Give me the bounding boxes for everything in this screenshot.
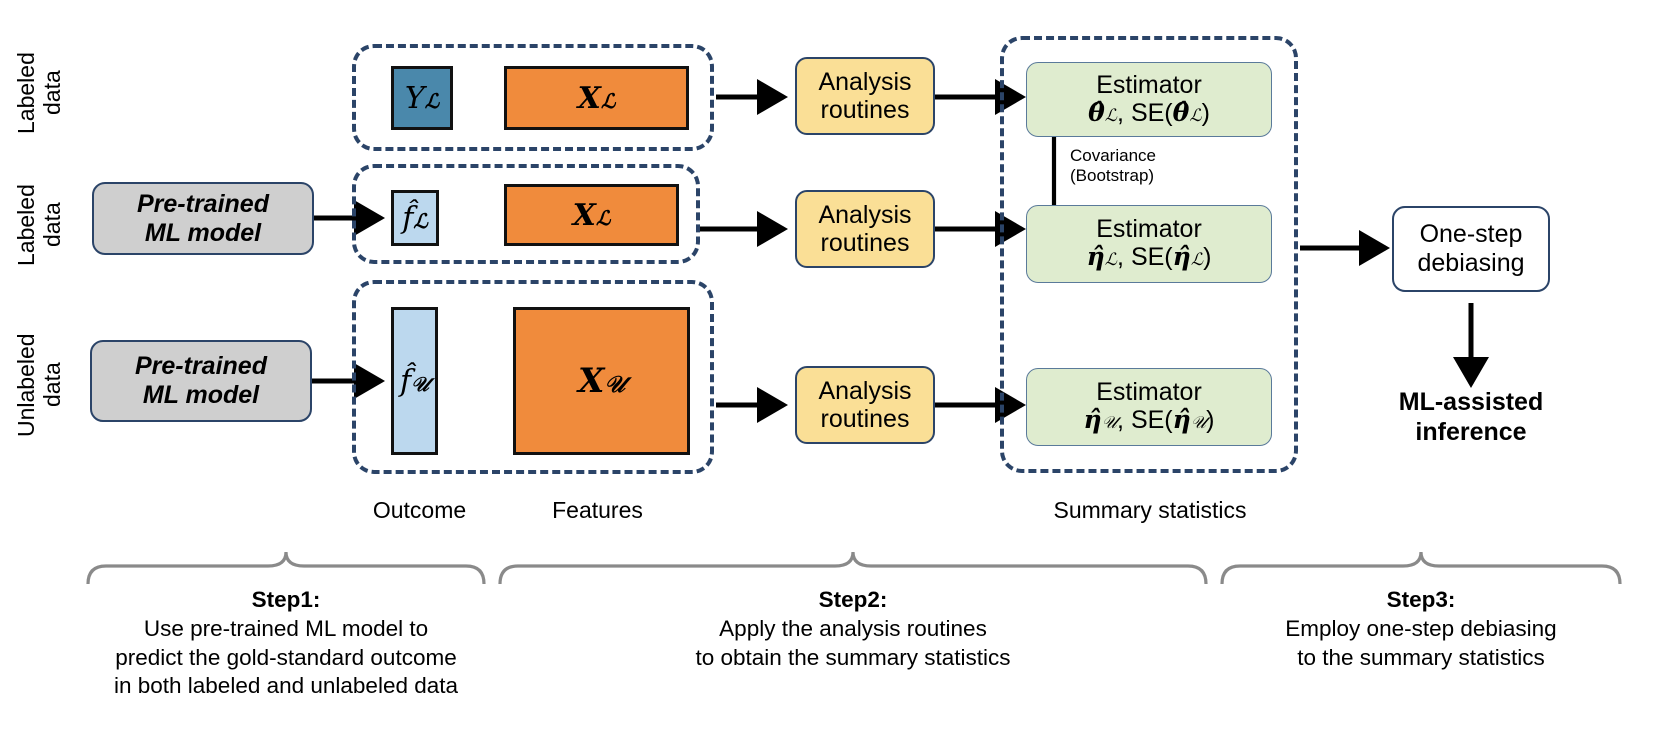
matrix-x-labeled-row1: Xℒ: [504, 66, 689, 130]
row-label-labeled-data-2: Labeled data: [13, 184, 65, 266]
analysis-routines-row2[interactable]: Analysis routines: [795, 190, 935, 268]
step1-heading: Step1:: [251, 587, 321, 612]
estimator-eta-unlabeled-formula: η̂𝒰, SE(η̂𝒰): [1083, 405, 1215, 435]
step2-body: Apply the analysis routines to obtain th…: [695, 615, 1011, 670]
covariance-label: Covariance (Bootstrap): [1070, 146, 1156, 186]
row-label-labeled-data-1: Labeled data: [13, 52, 65, 134]
analysis-routines-row1[interactable]: Analysis routines: [795, 57, 935, 135]
caption-outcome: Outcome: [372, 497, 467, 523]
ml-assisted-inference-label: ML-assisted inference: [1398, 388, 1544, 446]
one-step-debiasing-box[interactable]: One-step debiasing: [1392, 206, 1550, 292]
matrix-x-labeled-row2-label: Xℒ: [572, 197, 611, 233]
caption-summary-statistics: Summary statistics: [1053, 497, 1247, 523]
step1-text: Step1: Use pre-trained ML model to predi…: [56, 586, 516, 701]
diagram-canvas: Labeled data Labeled data Unlabeled data…: [0, 0, 1661, 747]
step3-body: Employ one-step debiasing to the summary…: [1285, 615, 1557, 670]
step3-text: Step3: Employ one-step debiasing to the …: [1191, 586, 1651, 672]
estimator-eta-labeled-formula: η̂ℒ, SE(η̂ℒ): [1086, 242, 1212, 272]
pretrained-ml-model-row3[interactable]: Pre-trained ML model: [90, 340, 312, 422]
matrix-y-labeled-label: Yℒ: [404, 80, 440, 116]
step2-heading: Step2:: [818, 587, 888, 612]
matrix-y-labeled: Yℒ: [391, 66, 453, 130]
matrix-fhat-unlabeled: f̂𝒰: [391, 307, 438, 455]
matrix-x-unlabeled-label: X𝒰: [577, 361, 626, 401]
row-label-unlabeled-data: Unlabeled data: [13, 333, 65, 437]
estimator-eta-labeled-title: Estimator: [1096, 215, 1202, 244]
analysis-routines-row3[interactable]: Analysis routines: [795, 366, 935, 444]
estimator-theta-labeled-formula: θ̂ℒ, SE(θ̂ℒ): [1088, 97, 1210, 127]
matrix-fhat-unlabeled-label: f̂𝒰: [399, 363, 430, 399]
pretrained-ml-model-row2[interactable]: Pre-trained ML model: [92, 182, 314, 255]
matrix-fhat-labeled: f̂ℒ: [391, 190, 439, 246]
matrix-fhat-labeled-label: f̂ℒ: [402, 200, 428, 236]
step1-body: Use pre-trained ML model to predict the …: [113, 615, 459, 699]
estimator-theta-labeled-title: Estimator: [1096, 70, 1202, 99]
step3-heading: Step3:: [1386, 587, 1456, 612]
step2-text: Step2: Apply the analysis routines to ob…: [623, 586, 1083, 672]
estimator-theta-labeled[interactable]: Estimator θ̂ℒ, SE(θ̂ℒ): [1026, 62, 1272, 137]
matrix-x-labeled-row1-label: Xℒ: [577, 80, 616, 116]
estimator-eta-labeled[interactable]: Estimator η̂ℒ, SE(η̂ℒ): [1026, 205, 1272, 283]
matrix-x-labeled-row2: Xℒ: [504, 184, 679, 246]
estimator-eta-unlabeled[interactable]: Estimator η̂𝒰, SE(η̂𝒰): [1026, 368, 1272, 446]
estimator-eta-unlabeled-title: Estimator: [1096, 378, 1202, 407]
brace-step2: [498, 551, 1208, 585]
brace-step1: [86, 551, 486, 585]
brace-step3: [1220, 551, 1622, 585]
matrix-x-unlabeled: X𝒰: [513, 307, 690, 455]
caption-features: Features: [552, 497, 643, 523]
